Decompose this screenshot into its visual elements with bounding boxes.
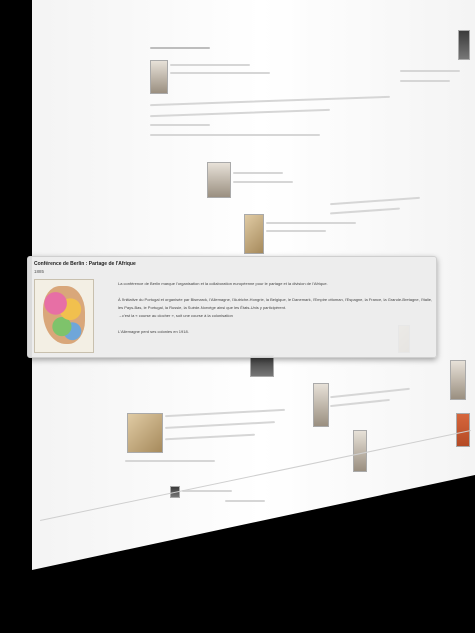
timeline-text-line (150, 95, 390, 107)
event-paragraph-2a: À l'initiative du Portugal et organisée … (118, 297, 433, 302)
timeline-thumbnail[interactable] (313, 383, 329, 427)
timeline-text-line (150, 134, 320, 136)
event-paragraph-2b: les Pays-Bas, le Portugal, la Russie, la… (118, 305, 287, 310)
timeline-text-line (266, 230, 326, 232)
timeline-axis[interactable] (40, 430, 471, 521)
timeline-text-line (400, 80, 450, 82)
timeline-text-line (165, 408, 285, 418)
timeline-text-line (225, 500, 265, 502)
timeline-text-line (330, 196, 420, 206)
event-arrow-note: c'est la « course au clocher », soit une… (118, 313, 233, 318)
event-date: 1885 (34, 269, 45, 274)
timeline-text-line (330, 207, 400, 215)
timeline-thumbnail[interactable] (458, 30, 470, 60)
timeline-thumbnail[interactable] (207, 162, 231, 198)
timeline-text-line (182, 490, 232, 492)
timeline-text-line (170, 72, 270, 74)
timeline-text-line (150, 108, 330, 118)
timeline-text-line (165, 421, 275, 429)
event-paragraph-1: La conférence de Berlin marque l'organis… (118, 281, 328, 286)
timeline-thumbnail[interactable] (244, 214, 264, 254)
timeline-text-line (125, 460, 215, 462)
timeline-text-line (150, 124, 210, 126)
timeline-text-line (165, 433, 255, 441)
timeline-text-line (170, 64, 250, 66)
timeline-text-line (150, 47, 210, 49)
timeline-thumbnail[interactable] (250, 355, 274, 377)
event-card[interactable]: Conférence de Berlin : Partage de l'Afri… (27, 256, 437, 358)
timeline-thumbnail[interactable] (150, 60, 168, 94)
timeline-thumbnail[interactable] (450, 360, 466, 400)
timeline-thumbnail[interactable] (127, 413, 163, 453)
timeline-text-line (233, 181, 293, 183)
timeline-text-line (233, 172, 283, 174)
timeline-text-line (330, 398, 390, 408)
timeline-text-line (330, 387, 410, 399)
event-paragraph-3: L'Allemagne perd ses colonies en 1918. (118, 329, 189, 334)
event-title: Conférence de Berlin : Partage de l'Afri… (34, 261, 136, 267)
timeline-text-line (400, 70, 460, 72)
timeline-text-line (266, 222, 356, 224)
africa-map-land (43, 286, 85, 344)
africa-map-icon[interactable] (34, 279, 94, 353)
